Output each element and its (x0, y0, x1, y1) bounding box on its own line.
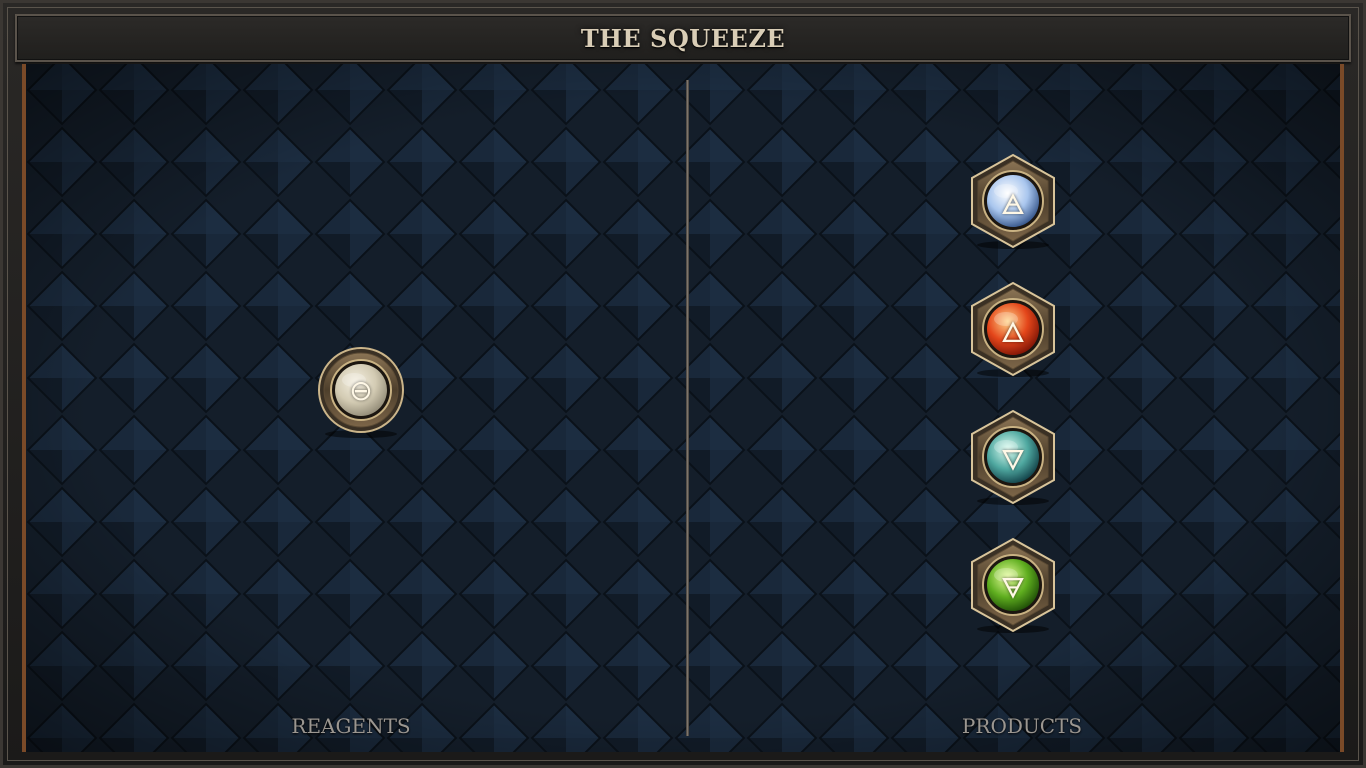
earth-glyph-icon: 🜃 (1000, 571, 1026, 605)
air-glyph-icon: 🜁 (1000, 187, 1026, 221)
reagents-label: REAGENTS (291, 714, 411, 738)
puzzle-title: THE SQUEEZE (580, 23, 786, 53)
fire-token[interactable]: 🜂 (968, 281, 1058, 377)
fire-glyph-icon: 🜂 (1000, 315, 1026, 349)
quilted-background (26, 64, 1340, 752)
salt-glyph-icon: ⊖ (349, 373, 373, 407)
earth-token[interactable]: 🜃 (968, 537, 1058, 633)
puzzle-board: ⊖ 🜁 🜂 🜄 🜃 REAGENTS PRODUCTS (22, 64, 1344, 752)
water-glyph-icon: 🜄 (1000, 443, 1026, 477)
air-token[interactable]: 🜁 (968, 153, 1058, 249)
panel-divider (686, 80, 689, 736)
salt-token[interactable]: ⊖ (316, 342, 406, 438)
title-bar: THE SQUEEZE (15, 14, 1351, 62)
products-label: PRODUCTS (961, 714, 1083, 738)
water-token[interactable]: 🜄 (968, 409, 1058, 505)
